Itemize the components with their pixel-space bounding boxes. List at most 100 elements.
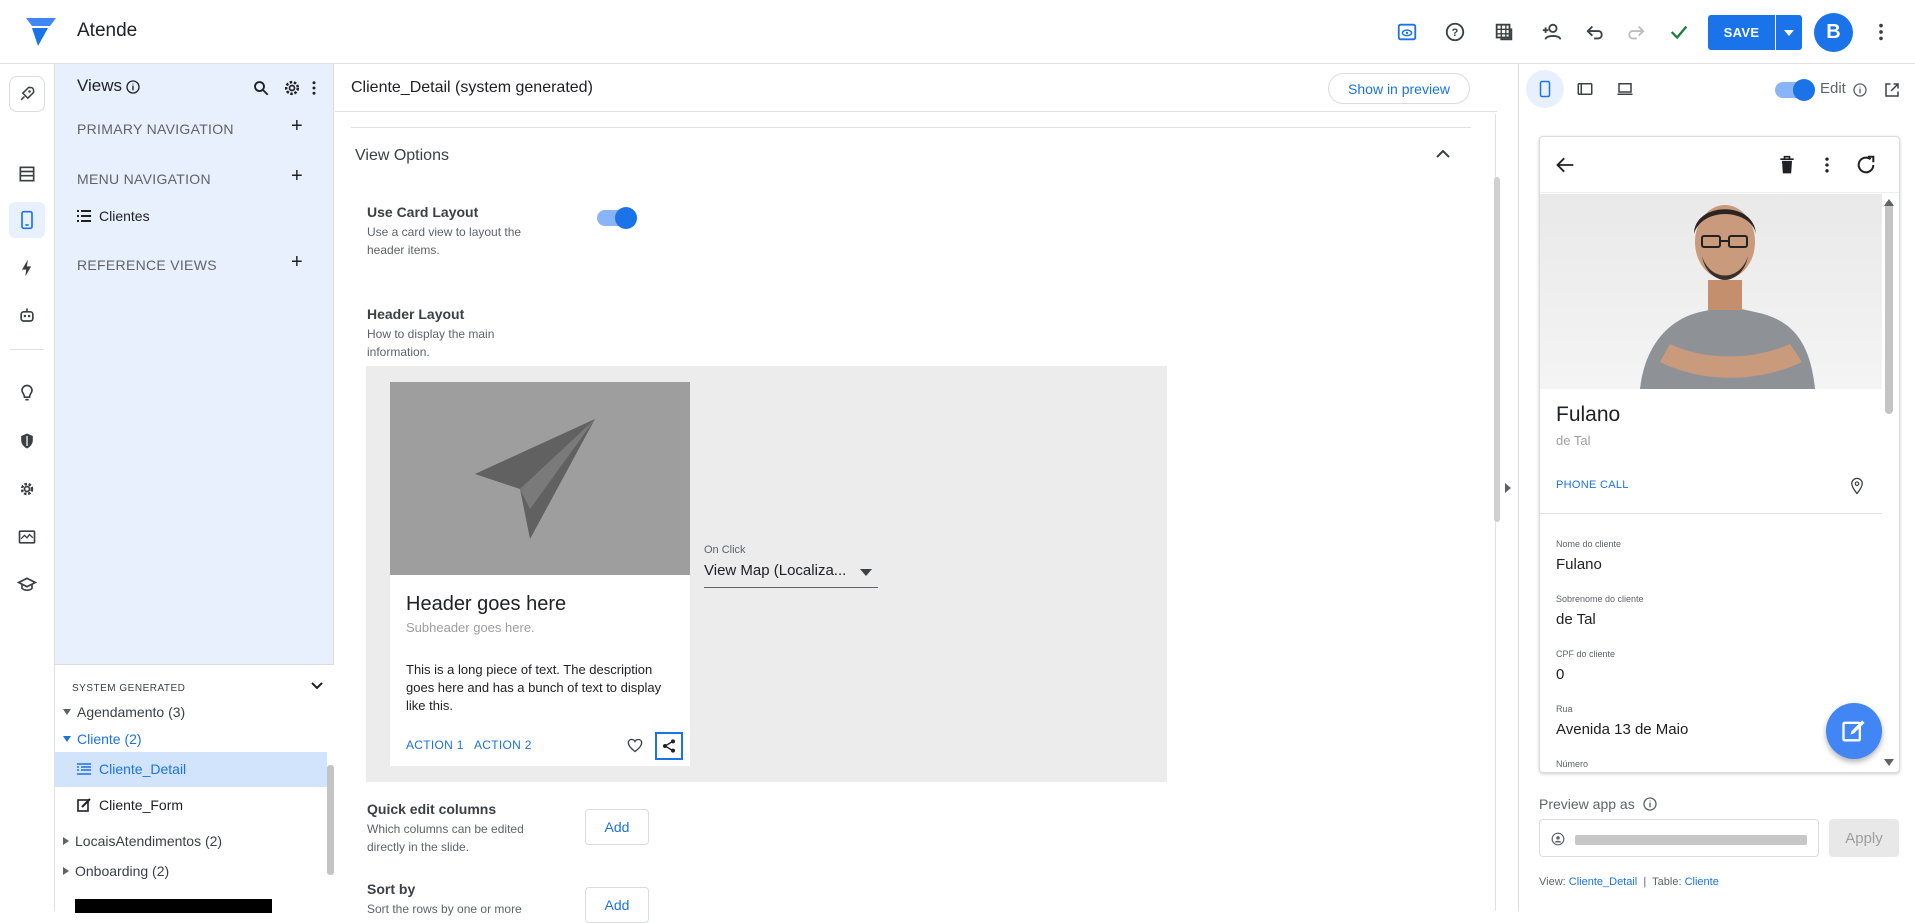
view-item-label: Clientes xyxy=(99,208,150,224)
edit-toggle[interactable] xyxy=(1775,79,1815,101)
field-label: Rua xyxy=(1556,704,1573,714)
view-item-label: Cliente_Detail xyxy=(99,761,187,777)
group-onboarding[interactable]: Onboarding (2) xyxy=(63,863,169,879)
view-item-cliente-form[interactable]: Cliente_Form xyxy=(77,797,183,813)
view-item-clientes[interactable]: Clientes xyxy=(77,208,150,224)
add-reference-view-button[interactable]: + xyxy=(291,251,303,274)
table-icon[interactable] xyxy=(1491,19,1517,45)
gear-icon[interactable] xyxy=(282,78,302,98)
more-vert-icon[interactable] xyxy=(1868,19,1894,45)
field-value: Avenida 13 de Maio xyxy=(1556,721,1689,738)
preview-as-email-input[interactable] xyxy=(1539,819,1819,857)
scrollbar[interactable] xyxy=(327,765,334,875)
phone-preview: Fulano de Tal PHONE CALL Nome do cliente… xyxy=(1539,136,1900,773)
scroll-up-icon[interactable] xyxy=(1884,199,1894,206)
refresh-icon[interactable] xyxy=(1855,154,1877,176)
search-icon[interactable] xyxy=(252,79,270,97)
edit-icon xyxy=(77,798,91,812)
edit-fab-button[interactable] xyxy=(1826,703,1882,759)
learn-cap-icon[interactable] xyxy=(9,567,45,603)
rail-divider xyxy=(10,349,44,350)
info-icon[interactable] xyxy=(1642,796,1658,812)
back-arrow-icon[interactable] xyxy=(1554,155,1576,175)
monitor-icon[interactable] xyxy=(9,519,45,555)
reference-views-section: REFERENCE VIEWS xyxy=(77,257,217,273)
undo-icon[interactable] xyxy=(1583,19,1609,45)
rocket-icon[interactable] xyxy=(9,76,45,112)
collapse-preview-arrow-icon[interactable] xyxy=(1504,482,1512,494)
desktop-device-button[interactable] xyxy=(1606,70,1644,108)
open-in-new-icon[interactable] xyxy=(1883,81,1901,99)
delete-icon[interactable] xyxy=(1777,154,1797,176)
sort-by-add-button[interactable]: Add xyxy=(585,887,649,923)
view-item-cliente-detail[interactable]: Cliente_Detail xyxy=(77,761,186,777)
add-user-icon[interactable] xyxy=(1539,19,1565,45)
quick-edit-add-button[interactable]: Add xyxy=(585,809,649,845)
chevron-down-icon[interactable] xyxy=(311,682,323,690)
preview-footer: View: Cliente_Detail | Table: Cliente xyxy=(1539,876,1719,888)
add-primary-view-button[interactable]: + xyxy=(291,115,303,138)
use-card-layout-toggle[interactable] xyxy=(597,207,637,229)
group-agendamento[interactable]: Agendamento (3) xyxy=(63,704,185,720)
info-icon[interactable] xyxy=(1852,82,1868,98)
appsheet-logo[interactable] xyxy=(24,16,58,48)
check-icon[interactable] xyxy=(1666,19,1692,45)
redo-icon[interactable] xyxy=(1622,19,1648,45)
more-vert-icon[interactable] xyxy=(1817,155,1837,175)
on-click-select[interactable]: View Map (Localiza... xyxy=(704,562,878,588)
save-button[interactable]: SAVE xyxy=(1708,15,1775,50)
preview-eye-icon[interactable] xyxy=(1394,19,1420,45)
chevron-up-icon[interactable] xyxy=(1436,149,1450,159)
view-editor: Cliente_Detail (system generated) Show i… xyxy=(335,64,1500,923)
avatar[interactable]: B xyxy=(1814,13,1853,52)
save-dropdown-button[interactable] xyxy=(1776,15,1802,50)
idea-bulb-icon[interactable] xyxy=(9,375,45,411)
group-cliente[interactable]: Cliente (2) xyxy=(63,731,142,747)
phone-call-action[interactable]: PHONE CALL xyxy=(1556,479,1629,491)
location-pin-icon[interactable] xyxy=(1850,477,1864,495)
more-vert-icon[interactable] xyxy=(305,78,323,98)
left-rail xyxy=(0,64,55,911)
field-label: CPF do cliente xyxy=(1556,649,1616,659)
table-link[interactable]: Cliente xyxy=(1685,876,1719,888)
header-layout-preview: Header goes here Subheader goes here. Th… xyxy=(366,366,1167,782)
data-icon[interactable] xyxy=(9,156,45,192)
use-card-layout-desc: Use a card view to layout the header ite… xyxy=(367,225,522,257)
app-title: Atende xyxy=(77,20,138,41)
view-link[interactable]: Cliente_Detail xyxy=(1569,876,1637,888)
card-action-2[interactable]: ACTION 2 xyxy=(474,738,532,752)
views-phone-icon[interactable] xyxy=(9,202,45,238)
tablet-device-button[interactable] xyxy=(1566,70,1604,108)
card-action-1[interactable]: ACTION 1 xyxy=(406,738,464,752)
toggle-knob xyxy=(615,207,637,229)
editor-header: Cliente_Detail (system generated) Show i… xyxy=(335,64,1497,112)
scrollbar[interactable] xyxy=(1494,177,1500,522)
info-icon[interactable] xyxy=(125,79,141,95)
section-title: View Options xyxy=(355,147,449,164)
record-name: Fulano xyxy=(1556,403,1621,426)
field-value: de Tal xyxy=(1556,611,1596,628)
share-button[interactable] xyxy=(655,732,683,760)
mobile-device-button[interactable] xyxy=(1526,70,1564,108)
scroll-down-icon[interactable] xyxy=(1884,759,1894,766)
add-menu-view-button[interactable]: + xyxy=(291,165,303,188)
bot-icon[interactable] xyxy=(9,298,45,334)
group-locaisatendimentos[interactable]: LocaisAtendimentos (2) xyxy=(63,833,222,849)
security-shield-icon[interactable] xyxy=(9,423,45,459)
views-panel: Views PRIMARY NAVIGATION + MENU NAVIGATI… xyxy=(55,64,334,913)
scrollbar[interactable] xyxy=(1885,201,1893,414)
heart-icon[interactable] xyxy=(627,738,643,753)
on-click-value: View Map (Localiza... xyxy=(704,562,847,579)
group-label: Onboarding (2) xyxy=(75,863,170,879)
show-in-preview-button[interactable]: Show in preview xyxy=(1328,73,1470,104)
system-generated-panel: SYSTEM GENERATED Agendamento (3) Cliente… xyxy=(55,664,334,913)
settings-gear-icon[interactable] xyxy=(9,471,45,507)
help-icon[interactable]: ? xyxy=(1442,19,1468,45)
person-image xyxy=(1640,205,1815,389)
automation-bolt-icon[interactable] xyxy=(9,250,45,286)
apply-button[interactable]: Apply xyxy=(1829,819,1899,857)
list-icon xyxy=(77,210,91,222)
laptop-icon xyxy=(1617,83,1633,95)
card-preview[interactable]: Header goes here Subheader goes here. Th… xyxy=(390,382,690,766)
quick-edit-desc: Which columns can be edited directly in … xyxy=(367,822,524,854)
